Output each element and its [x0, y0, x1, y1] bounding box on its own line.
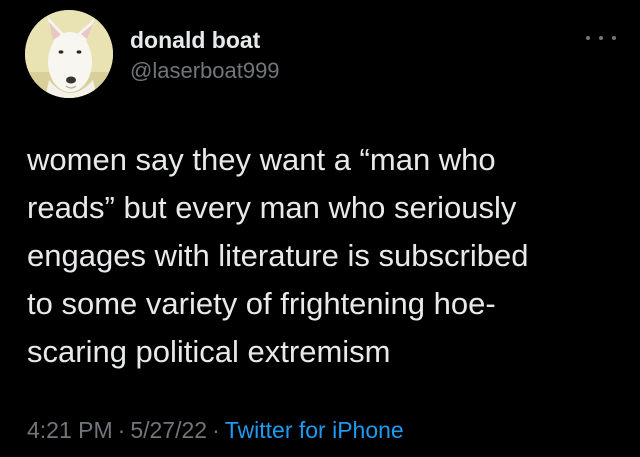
separator: ·	[117, 417, 126, 443]
tweet-text-line: women say they want a “man who	[27, 142, 496, 177]
author-handle[interactable]: @laserboat999	[130, 58, 280, 84]
tweet-metadata: 4:21 PM · 5/27/22 · Twitter for iPhone	[27, 415, 404, 445]
tweet-text: women say they want a “man who reads” bu…	[27, 136, 627, 376]
separator: ·	[212, 417, 220, 443]
more-options-icon[interactable]	[586, 30, 616, 46]
tweet-source-link[interactable]: Twitter for iPhone	[225, 417, 404, 443]
dot-icon	[586, 36, 590, 40]
author-display-name[interactable]: donald boat	[130, 26, 260, 54]
avatar[interactable]	[25, 10, 113, 98]
tweet-time[interactable]: 4:21 PM	[27, 417, 113, 443]
tweet-text-line: to some variety of frightening hoe-	[27, 286, 496, 321]
bull-terrier-avatar-icon	[25, 10, 113, 98]
tweet-text-line: engages with literature is subscribed	[27, 238, 529, 273]
dot-icon	[599, 36, 603, 40]
tweet-text-line: reads” but every man who seriously	[27, 190, 517, 225]
tweet-date[interactable]: 5/27/22	[130, 417, 207, 443]
tweet-text-line: scaring political extremism	[27, 334, 391, 369]
dot-icon	[612, 36, 616, 40]
